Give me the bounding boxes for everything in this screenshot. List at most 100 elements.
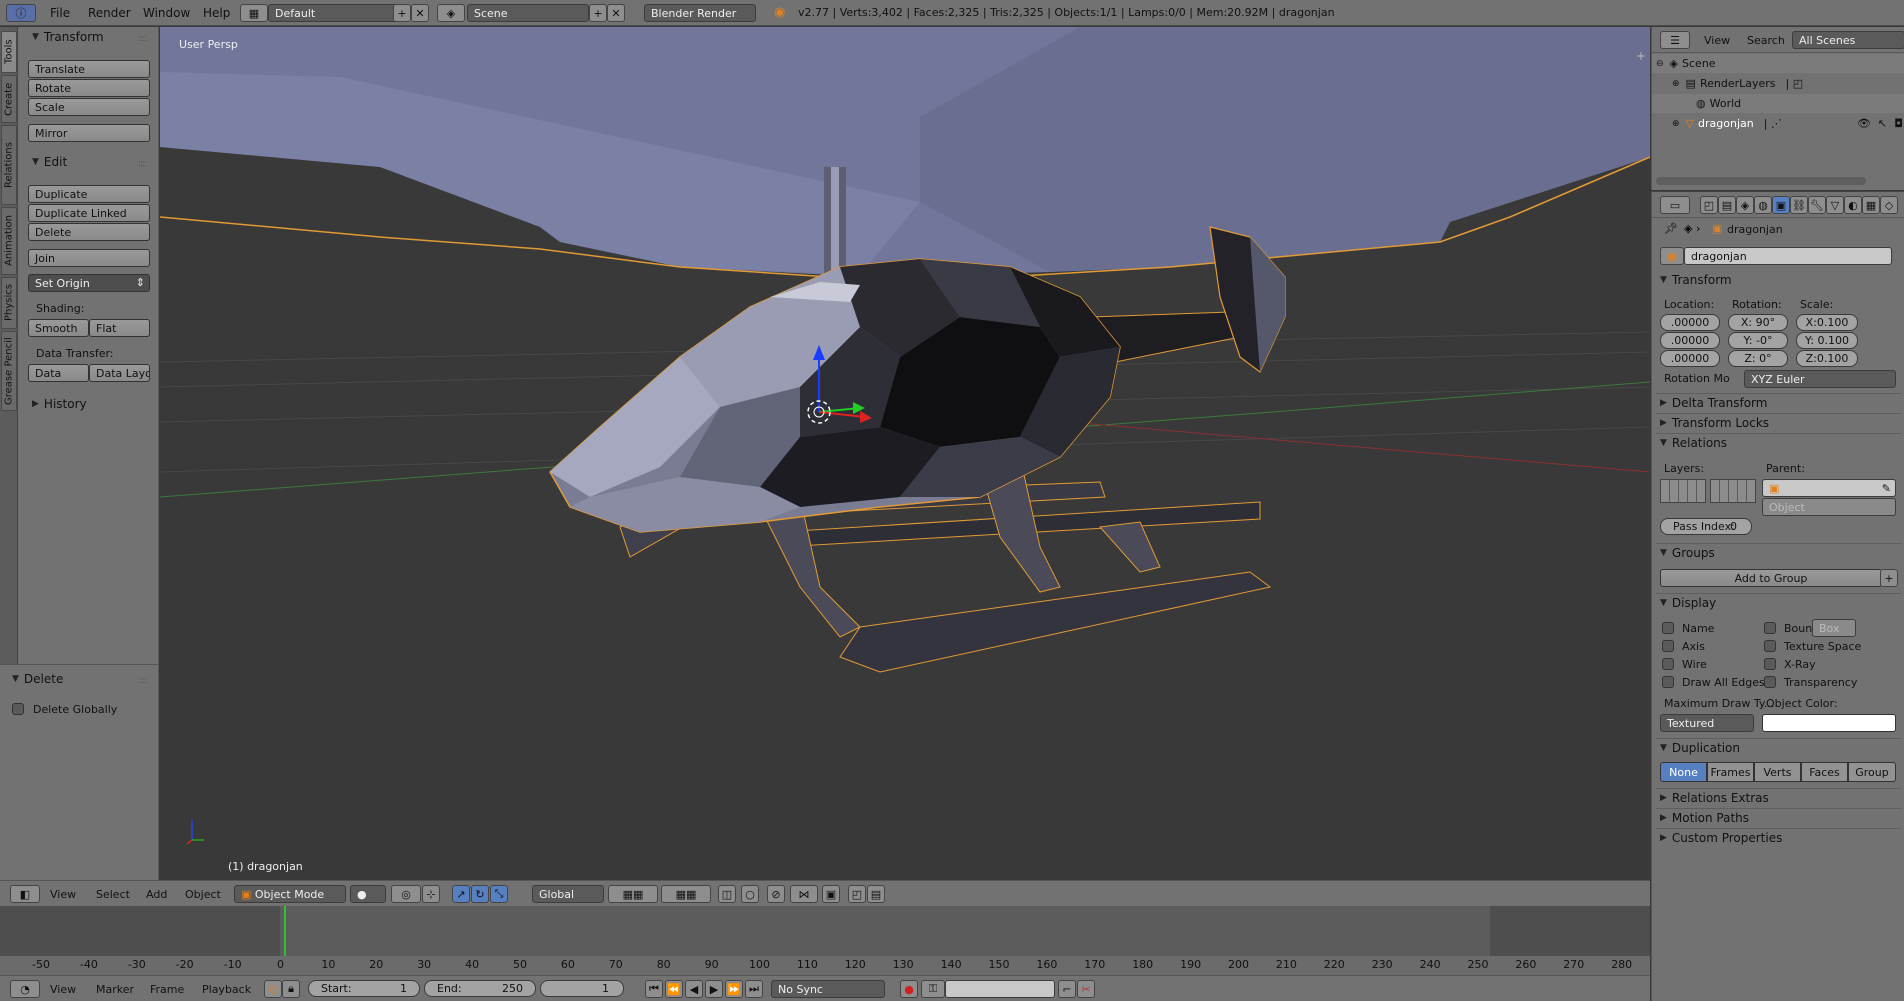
rotation-y-field[interactable]: Y: -0° — [1728, 332, 1788, 349]
parent-field[interactable]: ▣ ✎ — [1762, 479, 1896, 497]
operator-header[interactable]: ▼ Delete — [12, 672, 63, 686]
rotation-z-field[interactable]: Z: 0° — [1728, 350, 1788, 367]
scene-field[interactable]: Scene — [467, 4, 589, 22]
remove-scene-icon[interactable]: ✕ — [607, 4, 625, 22]
menu-select[interactable]: Select — [96, 888, 130, 901]
layers-grid-b[interactable] — [1710, 479, 1756, 503]
proportional-edit-icon[interactable]: ○ — [741, 885, 759, 903]
outliner-row-renderlayers[interactable]: ⊕ ▤ RenderLayers | ◰ — [1652, 74, 1904, 93]
jump-keyframe-forward-icon[interactable]: ⏩ — [725, 980, 743, 998]
menu-view[interactable]: View — [50, 888, 76, 901]
3d-viewport[interactable]: User Persp (1) dragonjan + — [160, 27, 1650, 880]
preview-range-icon[interactable]: ⊙ — [264, 980, 282, 998]
data-transfer-layout-button[interactable]: Data Layo — [89, 364, 150, 382]
name-checkbox[interactable] — [1662, 622, 1674, 634]
delete-keyframe-icon[interactable]: ✂ — [1077, 980, 1095, 998]
expand-icon[interactable]: ⊕ — [1672, 79, 1680, 89]
set-origin-menu[interactable]: Set Origin ⇕ — [28, 274, 150, 292]
visibility-eye-icon[interactable]: 👁︎ — [1857, 117, 1871, 130]
end-frame-field[interactable]: End: 250 — [424, 980, 536, 997]
object-color-swatch[interactable] — [1762, 714, 1896, 732]
transform-orientation-select[interactable]: Global — [532, 885, 604, 903]
scale-x-field[interactable]: X:0.100 — [1796, 314, 1858, 331]
data-transfer-button[interactable]: Data — [28, 364, 89, 382]
jump-keyframe-back-icon[interactable]: ⏪ — [665, 980, 683, 998]
frame-ruler[interactable] — [0, 956, 1650, 975]
timeline-menu-marker[interactable]: Marker — [96, 983, 134, 996]
tab-create[interactable]: Create — [1, 75, 17, 123]
timeline-menu-view[interactable]: View — [50, 983, 76, 996]
drag-grip-icon[interactable]: :::: — [138, 34, 147, 44]
start-frame-field[interactable]: Start: 1 — [308, 980, 420, 997]
add-layout-icon[interactable]: + — [393, 4, 411, 22]
viewport-shading-select[interactable]: ● — [350, 885, 386, 903]
section-display[interactable]: ▼ Display — [1660, 596, 1900, 610]
sync-mode-select[interactable]: No Sync — [771, 980, 885, 998]
drag-grip-icon[interactable]: :::: — [138, 676, 147, 686]
eyedropper-icon[interactable]: ✎ — [1882, 482, 1891, 495]
render-engine-select[interactable]: Blender Render — [644, 4, 756, 22]
draw-all-edges-checkbox[interactable] — [1662, 676, 1674, 688]
drag-grip-icon[interactable]: :::: — [138, 159, 147, 169]
dup-frames-option[interactable]: Frames — [1707, 762, 1754, 782]
screen-layout-icon[interactable]: ▦ — [240, 4, 268, 22]
tab-physics[interactable]: Physics — [1, 277, 17, 329]
lock-range-icon[interactable]: 🔒︎ — [282, 980, 300, 998]
collapse-icon[interactable]: ⊖ — [1656, 59, 1664, 69]
add-group-icon[interactable]: + — [1880, 569, 1898, 587]
snap-toggle-icon[interactable]: ⊘ — [767, 885, 785, 903]
opengl-anim-icon[interactable]: ▤ — [867, 885, 885, 903]
location-y-field[interactable]: .00000 — [1660, 332, 1720, 349]
shade-flat-button[interactable]: Flat — [89, 319, 150, 337]
play-icon[interactable]: ▶ — [705, 980, 723, 998]
max-draw-type-select[interactable]: Textured — [1660, 714, 1754, 732]
panel-edit-header[interactable]: ▼ Edit — [32, 155, 67, 169]
expand-sidebar-icon[interactable]: + — [1636, 49, 1646, 63]
outliner-menu-view[interactable]: View — [1704, 34, 1730, 47]
texture-space-checkbox[interactable] — [1764, 640, 1776, 652]
scene-icon[interactable]: ◈ — [437, 4, 465, 22]
interaction-mode-select[interactable]: ▣ Object Mode — [234, 885, 346, 903]
editor-type-timeline-icon[interactable]: ◔ — [10, 980, 40, 998]
section-custom-properties[interactable]: ▶ Custom Properties — [1660, 831, 1900, 845]
auto-keying-icon[interactable]: ● — [900, 980, 918, 998]
object-name-field[interactable]: dragonjan — [1684, 247, 1892, 265]
remove-layout-icon[interactable]: ✕ — [411, 4, 429, 22]
dup-faces-option[interactable]: Faces — [1801, 762, 1848, 782]
pin-icon[interactable]: 📌︎ — [1664, 222, 1678, 235]
lock-camera-icon[interactable]: ◫ — [718, 885, 736, 903]
location-z-field[interactable]: .00000 — [1660, 350, 1720, 367]
editor-type-properties-icon[interactable]: ▭ — [1660, 196, 1690, 214]
world-context-icon[interactable]: ◍ — [1754, 196, 1772, 214]
outliner-scrollbar[interactable] — [1656, 177, 1866, 185]
parent-type-select[interactable]: Object — [1762, 498, 1896, 516]
section-relations[interactable]: ▼ Relations — [1660, 436, 1900, 450]
menu-help[interactable]: Help — [203, 6, 230, 20]
rotate-manipulator-icon[interactable]: ↻ — [471, 885, 489, 903]
render-context-icon[interactable]: ◰ — [1700, 196, 1718, 214]
keying-set-field[interactable] — [945, 980, 1055, 998]
bounds-checkbox[interactable] — [1764, 622, 1776, 634]
opengl-render-icon[interactable]: ◰ — [848, 885, 866, 903]
xray-checkbox[interactable] — [1764, 658, 1776, 670]
add-scene-icon[interactable]: + — [589, 4, 607, 22]
delete-button[interactable]: Delete — [28, 223, 150, 241]
mirror-button[interactable]: Mirror — [28, 124, 150, 142]
editor-type-info-icon[interactable]: ⓘ — [6, 4, 36, 22]
scale-z-field[interactable]: Z:0.100 — [1796, 350, 1858, 367]
physics-context-icon[interactable]: ◇ — [1880, 196, 1898, 214]
tab-grease-pencil[interactable]: Grease Pencil — [1, 331, 17, 411]
panel-history-header[interactable]: ▶ History — [32, 397, 87, 411]
shade-smooth-button[interactable]: Smooth — [28, 319, 89, 337]
section-relations-extras[interactable]: ▶ Relations Extras — [1660, 791, 1900, 805]
section-delta-transform[interactable]: ▶ Delta Transform — [1660, 396, 1900, 410]
constraints-context-icon[interactable]: ⛓︎ — [1790, 196, 1808, 214]
dup-verts-option[interactable]: Verts — [1754, 762, 1801, 782]
editor-type-3d-icon[interactable]: ◧ — [10, 885, 40, 903]
panel-transform-header[interactable]: ▼ Transform — [32, 30, 104, 44]
dup-none-option[interactable]: None — [1660, 762, 1707, 782]
layers-grid-2-icon[interactable]: ▦▦ — [661, 885, 711, 903]
scale-manipulator-icon[interactable]: ⤡ — [490, 885, 508, 903]
timeline-editor[interactable]: -50 -40 -30 -20 -10 0 10 20 30 40 50 60 70 80 90 100 110… — [0, 906, 1650, 975]
tab-relations[interactable]: Relations — [1, 125, 17, 205]
